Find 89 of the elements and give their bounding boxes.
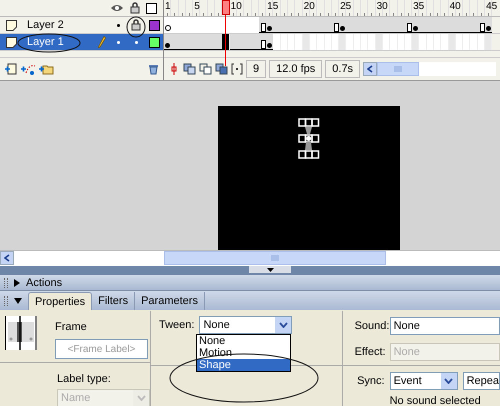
sound-status: No sound selected (388, 395, 482, 406)
playhead[interactable] (222, 0, 230, 66)
field-label: Tween: (159, 319, 194, 331)
collapsed-arrow-icon[interactable] (14, 278, 20, 286)
sound-select[interactable]: None (390, 317, 500, 335)
lock-dot[interactable] (134, 40, 138, 44)
frame-thumbnail-icon (5, 316, 37, 350)
tween-select[interactable]: None (199, 316, 292, 334)
panel-title: Actions (26, 276, 62, 288)
grip-icon (394, 66, 402, 72)
empty-keyframe-icon[interactable] (165, 25, 171, 31)
layer-color-swatch[interactable] (148, 20, 160, 30)
expanded-arrow-icon[interactable] (14, 298, 22, 304)
frame-number: 15 (267, 1, 278, 12)
frame-cell[interactable] (266, 34, 274, 50)
span-end-icon[interactable] (407, 23, 412, 32)
lock-icon[interactable] (131, 19, 141, 31)
layer-color-swatch[interactable] (148, 36, 160, 48)
panel-tab[interactable]: Filters (92, 292, 136, 310)
layer-icon (6, 36, 17, 48)
panel-tab[interactable]: Properties (28, 292, 92, 310)
timeline-ruler[interactable]: 1 5 10 15 20 25 30 35 40 45 (164, 0, 500, 17)
keyframe-dot[interactable] (486, 26, 492, 31)
sync-select[interactable]: Event (390, 372, 458, 390)
add-guide-icon[interactable] (20, 63, 36, 75)
keyframe-dot[interactable] (413, 26, 418, 31)
frame-number: 25 (340, 1, 352, 12)
frame-cell[interactable] (470, 17, 478, 33)
edit-multiple-icon[interactable] (215, 63, 228, 75)
dropdown-option[interactable]: Motion (199, 347, 232, 359)
span-end-icon[interactable] (480, 23, 486, 32)
collapse-tab[interactable] (249, 266, 291, 273)
lock-icon[interactable] (130, 2, 140, 14)
frame-number: 30 (376, 1, 388, 12)
outline-icon[interactable] (146, 2, 157, 14)
dropdown-list[interactable]: None Motion Shape (196, 334, 291, 372)
frame-number: 45 (486, 1, 498, 12)
field-label: Effect: (354, 346, 385, 358)
field-label: Sync: (356, 375, 385, 387)
frame-cell[interactable] (412, 17, 420, 33)
scroll-left-button[interactable] (363, 62, 378, 76)
eye-icon[interactable] (110, 3, 124, 13)
visibility-dot[interactable] (116, 40, 120, 44)
panel-header[interactable]: Actions (0, 275, 500, 291)
shape-drawing (298, 118, 320, 160)
grip-icon (271, 255, 279, 261)
frame-label-field[interactable]: <Frame Label> (55, 339, 148, 359)
frame-number: 35 (413, 1, 424, 12)
span-end-icon[interactable] (261, 40, 266, 49)
current-frame-field: 9 (246, 60, 266, 78)
span-end-icon[interactable] (261, 23, 266, 32)
keyframe-dot[interactable] (165, 43, 170, 48)
frame-number: 10 (230, 1, 242, 12)
frame-cell[interactable] (266, 17, 274, 33)
add-layer-icon[interactable] (4, 63, 18, 75)
markers-icon[interactable] (231, 63, 243, 75)
scrollbar-thumb[interactable] (377, 62, 420, 76)
onion-skin-icon[interactable] (183, 63, 196, 75)
frame-number: 40 (450, 1, 461, 12)
dropdown-option[interactable]: None (199, 335, 226, 347)
frame-cell[interactable] (164, 17, 172, 33)
visibility-dot[interactable] (116, 24, 120, 26)
frame-cell[interactable] (164, 34, 172, 50)
frame-number: 1 (165, 1, 171, 12)
frame-number: 5 (194, 1, 200, 12)
scrollbar-thumb[interactable] (164, 251, 386, 265)
panel-tab[interactable]: Parameters (135, 292, 205, 310)
frame-cell[interactable] (339, 17, 346, 33)
repeat-select[interactable]: Repea (462, 372, 500, 390)
frame-rate-field: 12.0 fps (269, 60, 322, 78)
trash-icon[interactable] (148, 63, 159, 75)
frame-heading: Frame (55, 321, 88, 333)
onion-outline-icon[interactable] (199, 63, 212, 75)
frame-cell[interactable] (485, 17, 492, 33)
keyframe-dot[interactable] (267, 26, 272, 31)
keyframe-dot[interactable] (340, 26, 346, 31)
layer-icon (6, 20, 17, 30)
layer-name[interactable]: Layer 2 (21, 19, 64, 31)
frame-number: 20 (304, 1, 315, 12)
frame-cell[interactable] (215, 34, 222, 50)
field-label: Label type: (57, 373, 112, 385)
span-end-icon[interactable] (334, 23, 340, 32)
keyframe-dot[interactable] (267, 43, 272, 48)
scroll-left-button[interactable] (0, 251, 14, 265)
elapsed-time-field: 0.7s (325, 60, 360, 78)
down-arrow-icon (266, 268, 274, 272)
add-folder-icon[interactable] (38, 63, 54, 75)
layer-row[interactable]: Layer 1 (0, 34, 163, 51)
frame-cell[interactable] (215, 17, 222, 33)
